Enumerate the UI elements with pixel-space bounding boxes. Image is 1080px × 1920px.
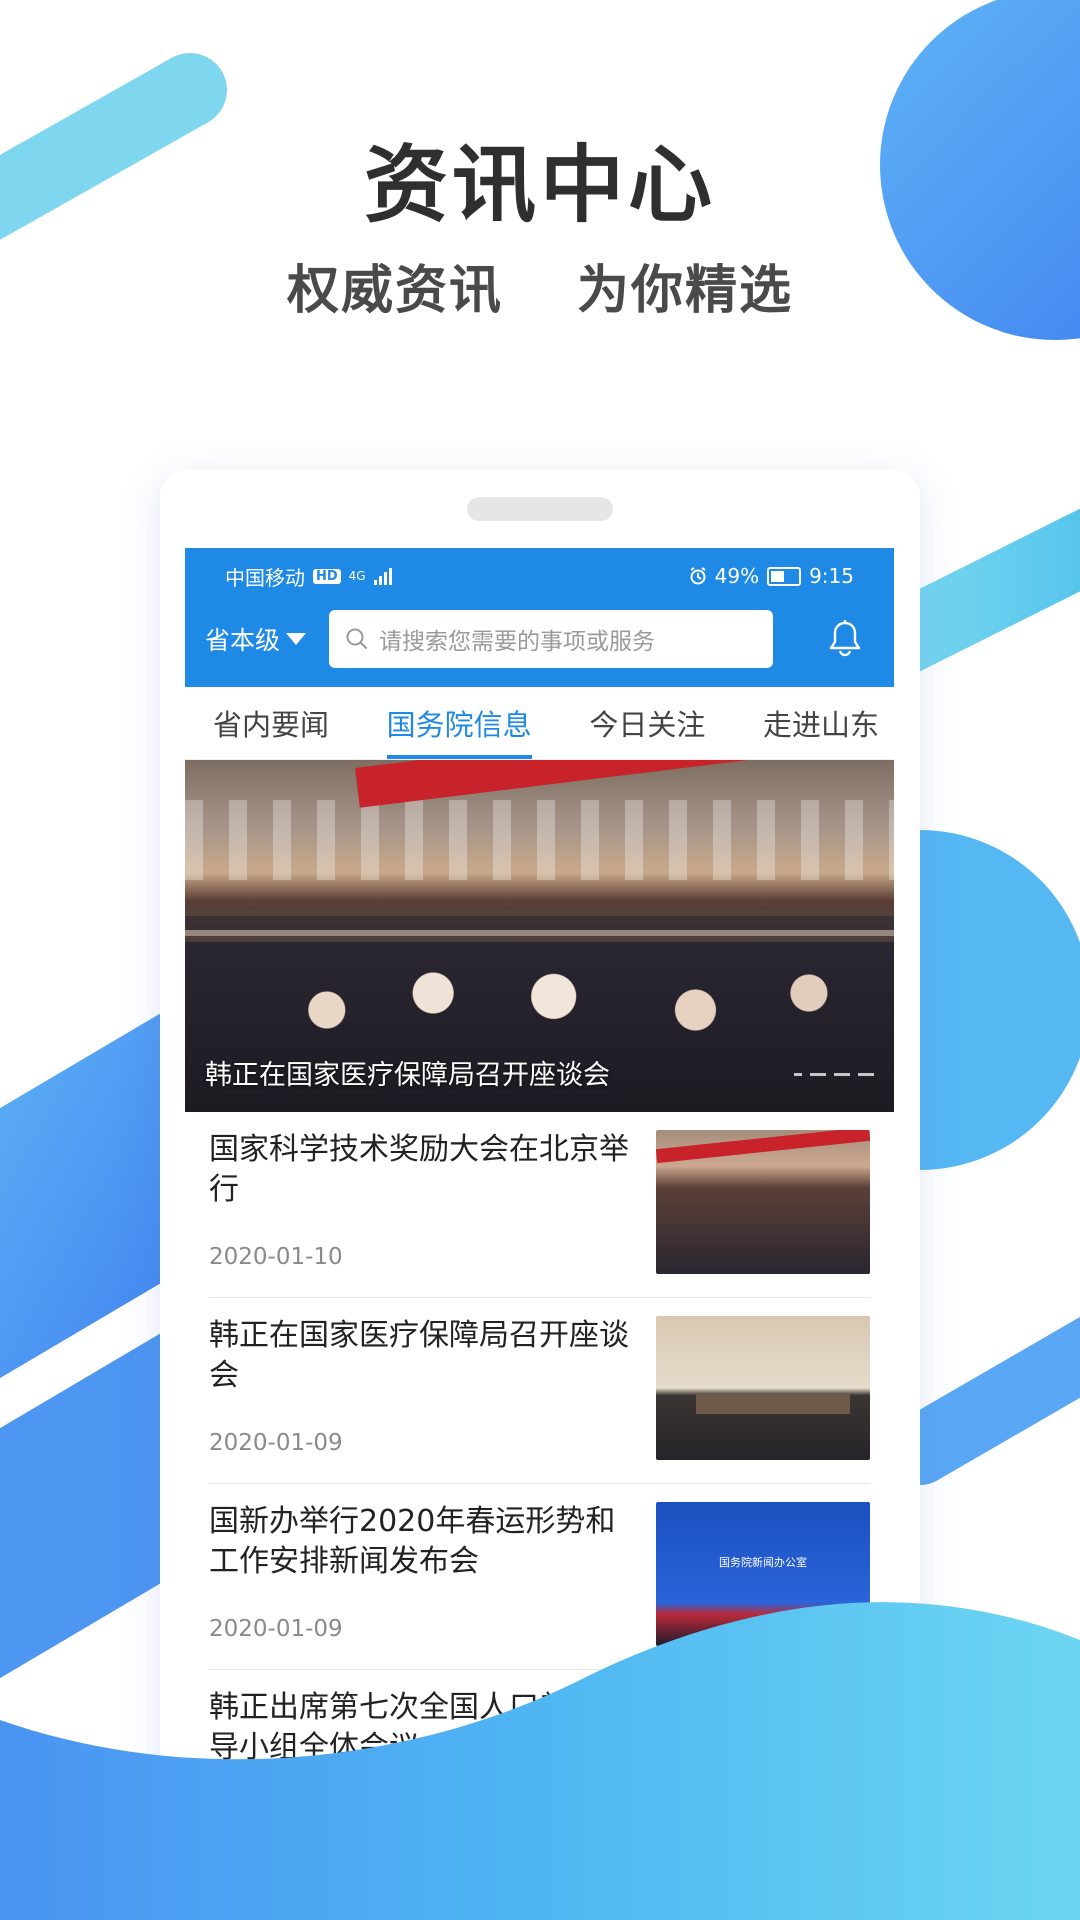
network-label: 4G [348, 569, 366, 583]
news-thumbnail: 国务院新闻办公室 [656, 1502, 870, 1646]
tab-state-council[interactable]: 国务院信息 [386, 687, 532, 759]
hero-title: 资讯中心 [363, 136, 716, 234]
banner-caption: 韩正在国家医疗保障局召开座谈会 [205, 1060, 610, 1091]
category-tabs: 省内要闻 国务院信息 今日关注 走进山东 [185, 687, 894, 760]
clock: 9:15 [809, 564, 854, 588]
news-date: 2020-01-09 [209, 1430, 343, 1456]
carrier-label: 中国移动 [225, 565, 305, 590]
tab-provincial-news[interactable]: 省内要闻 [213, 687, 329, 759]
carousel-dot [834, 1073, 850, 1076]
news-date: 2020-01-10 [209, 1244, 343, 1270]
deco-stroke-mid-right [863, 508, 1080, 677]
news-title: 韩正出席第七次全国人口普查领导小组全体会议 [209, 1690, 629, 1765]
news-item[interactable]: 国家科学技术奖励大会在北京举行 2020-01-10 [209, 1112, 870, 1298]
hero-subtitle-right: 为你精选 [577, 261, 794, 321]
news-item[interactable]: 国新办举行2020年春运形势和工作安排新闻发布会 2020-01-09 国务院新… [209, 1484, 870, 1670]
region-label: 省本级 [205, 626, 281, 655]
carousel-dot [810, 1073, 826, 1076]
search-placeholder: 请搜索您需要的事项或服务 [379, 629, 655, 655]
battery-percent: 49% [714, 564, 760, 588]
dropdown-triangle-icon [286, 633, 307, 645]
news-title: 国家科学技术奖励大会在北京举行 [209, 1132, 629, 1207]
app-bar: 中国移动 HD 4G 49% 9:15 省本级 请搜索您需要的事项或服务 [185, 548, 894, 687]
news-title: 国新办举行2020年春运形势和工作安排新闻发布会 [209, 1504, 616, 1579]
news-list: 国家科学技术奖励大会在北京举行 2020-01-10 韩正在国家医疗保障局召开座… [185, 1112, 894, 1855]
status-bar: 中国移动 HD 4G 49% 9:15 [185, 548, 894, 604]
hero-subtitle-left: 权威资讯 [286, 261, 503, 321]
deco-stroke-mid-right-2 [885, 1316, 1080, 1485]
hd-badge: HD [313, 568, 341, 584]
battery-icon [767, 566, 802, 586]
carousel-indicator [794, 1073, 874, 1076]
search-icon [346, 628, 368, 650]
phone-speaker [467, 497, 613, 521]
news-item[interactable]: 韩正在国家医疗保障局召开座谈会 2020-01-09 [209, 1298, 870, 1484]
news-item[interactable]: 韩正出席第七次全国人口普查领导小组全体会议 [209, 1670, 870, 1855]
news-thumbnail [656, 1316, 870, 1460]
thumbnail-text: 国务院新闻办公室 [719, 1556, 807, 1569]
region-selector[interactable]: 省本级 [205, 621, 315, 657]
bell-icon[interactable] [828, 620, 862, 658]
tab-shandong[interactable]: 走进山东 [763, 687, 879, 759]
banner-image-lights [185, 800, 894, 880]
news-thumbnail [656, 1130, 870, 1274]
carousel-dot [794, 1073, 802, 1076]
alarm-icon [690, 567, 706, 585]
search-input[interactable]: 请搜索您需要的事项或服务 [329, 610, 773, 668]
news-date: 2020-01-09 [209, 1616, 343, 1642]
banner-carousel[interactable]: 韩正在国家医疗保障局召开座谈会 [185, 760, 894, 1112]
phone-frame: 中国移动 HD 4G 49% 9:15 省本级 请搜索您需要的事项或服务 省内要… [160, 470, 920, 1890]
phone-screen: 中国移动 HD 4G 49% 9:15 省本级 请搜索您需要的事项或服务 省内要… [185, 548, 894, 1890]
carousel-dot [858, 1073, 874, 1076]
tab-today-focus[interactable]: 今日关注 [589, 687, 705, 759]
news-title: 韩正在国家医疗保障局召开座谈会 [209, 1318, 629, 1393]
signal-icon [373, 567, 392, 585]
hero-subtitle: 权威资讯 为你精选 [0, 248, 1080, 323]
